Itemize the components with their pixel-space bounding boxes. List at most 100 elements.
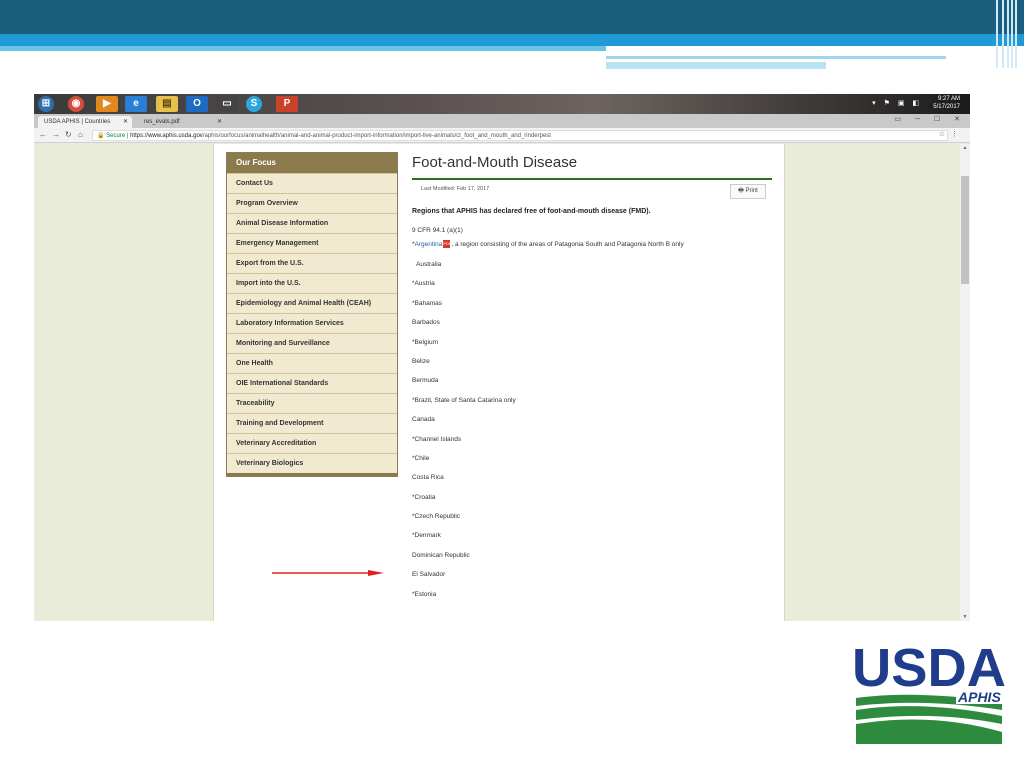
country-item: *Bahamas <box>412 299 442 307</box>
nav-item-veterinary-biologics[interactable]: Veterinary Biologics <box>227 453 397 473</box>
country-item-argentina: *ArgentinaPDF, a region consisting of th… <box>412 239 772 259</box>
usda-logo-graphic: USDA APHIS <box>852 640 1006 744</box>
slide-header-thin-stripe <box>606 56 946 59</box>
argentina-note: , a region consisting of the areas of Pa… <box>451 241 684 248</box>
url-path: /aphis/ourfocus/animalhealth/animal-and-… <box>202 133 551 139</box>
lock-icon: 🔒 <box>97 133 105 139</box>
printer-icon: 🖶 <box>738 188 744 194</box>
red-arrow-icon <box>272 570 384 576</box>
country-item: Australia <box>416 261 442 268</box>
our-focus-nav: Our Focus Contact Us Program Overview An… <box>226 152 398 477</box>
country-item: Costa Rica <box>412 474 444 482</box>
browser-toolbar: ← → ↻ ⌂ 🔒 Secure | https://www.aphis.usd… <box>34 128 970 143</box>
nav-item-monitoring[interactable]: Monitoring and Surveillance <box>227 333 397 353</box>
slide-header-stripe <box>0 46 606 51</box>
powerpoint-icon[interactable]: P <box>276 96 298 112</box>
system-tray-icons[interactable]: ▾ ⚑ ▣ ◧ <box>872 99 922 107</box>
tab-res-evals[interactable]: res_evals.pdf ✕ <box>138 116 226 128</box>
nav-item-veterinary-accreditation[interactable]: Veterinary Accreditation <box>227 433 397 453</box>
nav-item-emergency-management[interactable]: Emergency Management <box>227 233 397 253</box>
nav-heading: Our Focus <box>227 153 397 173</box>
country-item: *Chile <box>412 454 430 462</box>
url-domain: https://www.aphis.usda.gov <box>130 133 203 139</box>
star-icon[interactable]: ☆ <box>939 131 951 138</box>
clock-time: 9:27 AM <box>937 96 960 102</box>
print-button[interactable]: 🖶 Print <box>730 184 766 199</box>
browser-screenshot: ⊞ ◉ ▶ e ▤ O ▭ S P ▾ ⚑ ▣ ◧ 9:27 AM 5/17/2… <box>34 94 970 621</box>
last-modified: Last Modified: Feb 17, 2017 <box>421 186 490 192</box>
scroll-down-icon[interactable]: ▼ <box>960 614 970 620</box>
argentina-link[interactable]: Argentina <box>415 241 443 248</box>
browser-menu[interactable]: ☆⋮ <box>939 130 964 138</box>
usda-aphis-logo: USDA APHIS <box>852 640 1006 744</box>
svg-text:APHIS: APHIS <box>957 689 1001 705</box>
lead-text: Regions that APHIS has declared free of … <box>412 208 651 215</box>
close-icon[interactable]: ✕ <box>217 116 222 128</box>
nav-item-import[interactable]: Import into the U.S. <box>227 273 397 293</box>
page-title: Foot-and-Mouth Disease <box>412 154 578 171</box>
web-page: Our Focus Contact Us Program Overview An… <box>213 144 785 621</box>
main-content: Foot-and-Mouth Disease Last Modified: Fe… <box>412 152 772 608</box>
outlook-icon[interactable]: O <box>186 96 208 112</box>
taskbar-clock[interactable]: 9:27 AM 5/17/2017 <box>933 95 960 111</box>
tab-label: res_evals.pdf <box>144 119 180 125</box>
window-controls[interactable]: ▭ ─ ☐ ✕ <box>894 115 966 123</box>
country-item: Barbados <box>412 319 440 327</box>
country-item: *Austria <box>412 280 435 288</box>
nav-item-traceability[interactable]: Traceability <box>227 393 397 413</box>
nav-item-one-health[interactable]: One Health <box>227 353 397 373</box>
slide-header-band <box>0 34 1024 46</box>
country-item: *Croatia <box>412 493 436 501</box>
country-item: *Channel Islands <box>412 435 462 443</box>
tab-label: USDA APHIS | Countries <box>44 119 111 125</box>
scroll-up-icon[interactable]: ▲ <box>960 145 970 151</box>
back-icon[interactable]: ← <box>39 130 47 139</box>
country-item: Bermuda <box>412 377 439 385</box>
windows-taskbar: ⊞ ◉ ▶ e ▤ O ▭ S P ▾ ⚑ ▣ ◧ 9:27 AM 5/17/2… <box>34 94 970 114</box>
url-separator: | <box>126 133 129 139</box>
nav-item-ceah[interactable]: Epidemiology and Animal Health (CEAH) <box>227 293 397 313</box>
file-explorer-icon[interactable]: ▤ <box>156 96 178 112</box>
country-list: Australia *Austria *Bahamas Barbados *Belgiu… <box>412 259 772 608</box>
nav-item-export[interactable]: Export from the U.S. <box>227 253 397 273</box>
scrollbar-thumb[interactable] <box>961 176 969 284</box>
country-item: Belize <box>412 357 430 365</box>
terminal-icon[interactable]: ▭ <box>216 96 238 112</box>
nav-item-program-overview[interactable]: Program Overview <box>227 193 397 213</box>
nav-item-training[interactable]: Training and Development <box>227 413 397 433</box>
page-scrollbar[interactable]: ▲ ▼ <box>960 144 970 621</box>
home-icon[interactable]: ⌂ <box>78 130 83 139</box>
pdf-icon[interactable]: PDF <box>443 240 451 249</box>
browser-tabstrip: USDA APHIS | Countries ✕ res_evals.pdf ✕… <box>34 114 970 128</box>
internet-explorer-icon[interactable]: e <box>125 96 147 112</box>
media-player-icon[interactable]: ▶ <box>96 96 118 112</box>
country-item: El Salvador <box>412 571 446 579</box>
tab-usda-aphis[interactable]: USDA APHIS | Countries ✕ <box>38 116 132 128</box>
print-label: Print <box>745 188 758 194</box>
cfr-reference: 9 CFR 94.1 (a)(1) <box>412 227 463 234</box>
forward-icon[interactable]: → <box>52 130 60 139</box>
slide-header-accent-lines <box>996 0 1020 68</box>
slide-header-bar <box>0 0 1024 34</box>
country-item: *Estonia <box>412 590 437 598</box>
reload-icon[interactable]: ↻ <box>65 130 72 139</box>
slide-header-light-stripe <box>606 62 826 69</box>
country-item: *Brazil, State of Santa Catarina only <box>412 396 516 404</box>
country-item: Dominican Republic <box>412 551 470 559</box>
nav-item-animal-disease-information[interactable]: Animal Disease Information <box>227 213 397 233</box>
meta-row: Last Modified: Feb 17, 2017 🖶 Print <box>412 180 772 204</box>
country-item: *Denmark <box>412 532 441 540</box>
country-item: *Belgium <box>412 338 439 346</box>
country-item: Canada <box>412 416 435 424</box>
start-icon[interactable]: ⊞ <box>38 96 54 112</box>
clock-date: 5/17/2017 <box>933 104 960 110</box>
country-item: *Czech Republic <box>412 513 461 521</box>
nav-item-oie-standards[interactable]: OIE International Standards <box>227 373 397 393</box>
nav-item-laboratory[interactable]: Laboratory Information Services <box>227 313 397 333</box>
close-icon[interactable]: ✕ <box>123 116 128 128</box>
chrome-icon[interactable]: ◉ <box>68 96 84 112</box>
address-bar[interactable]: 🔒 Secure | https://www.aphis.usda.gov/ap… <box>92 130 948 141</box>
nav-item-contact-us[interactable]: Contact Us <box>227 173 397 193</box>
kebab-menu-icon[interactable]: ⋮ <box>951 131 964 138</box>
skype-icon[interactable]: S <box>246 96 262 112</box>
